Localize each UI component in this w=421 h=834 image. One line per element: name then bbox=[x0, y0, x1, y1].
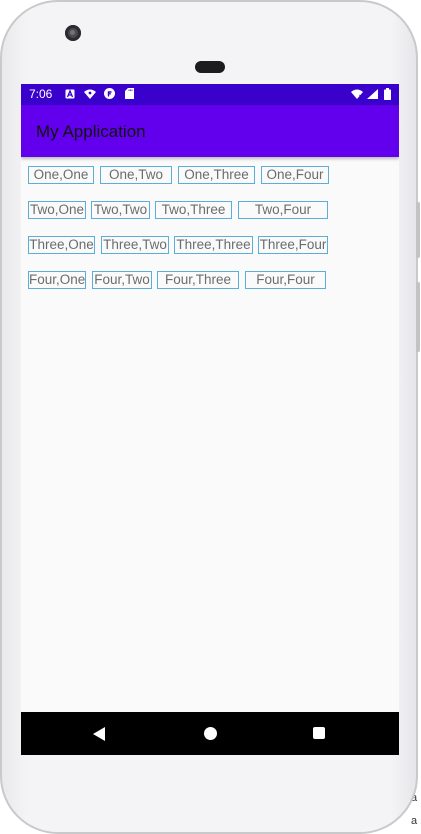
device-screen: 7:06 My Application One,One One,Two One,… bbox=[21, 84, 399, 755]
grid-cell[interactable]: Two,Four bbox=[238, 201, 328, 219]
grid-cell[interactable]: Two,One bbox=[28, 201, 86, 219]
grid-cell[interactable]: Four,Three bbox=[157, 271, 239, 289]
back-icon[interactable] bbox=[93, 727, 105, 741]
power-button[interactable] bbox=[416, 202, 420, 258]
f-badge-icon bbox=[104, 88, 115, 99]
grid-cell[interactable]: Three,Two bbox=[101, 236, 169, 254]
app-title: My Application bbox=[36, 122, 146, 141]
status-time: 7:06 bbox=[29, 87, 53, 101]
grid-cell[interactable]: Three,Four bbox=[258, 236, 328, 254]
status-bar: 7:06 bbox=[21, 84, 399, 105]
grid-cell[interactable]: One,Three bbox=[178, 166, 255, 184]
earpiece-speaker bbox=[195, 61, 225, 73]
front-camera-icon bbox=[65, 25, 81, 41]
grid-cell[interactable]: Three,Three bbox=[174, 236, 253, 254]
recents-icon[interactable] bbox=[313, 727, 325, 739]
volume-button[interactable] bbox=[416, 282, 420, 352]
grid-cell[interactable]: Four,Two bbox=[92, 271, 152, 289]
grid-cell[interactable]: One,Four bbox=[261, 166, 329, 184]
grid-cell[interactable]: One,Two bbox=[100, 166, 172, 184]
grid-cell[interactable]: Four,One bbox=[28, 271, 86, 289]
grid-cell[interactable]: Four,Four bbox=[245, 271, 326, 289]
background-text-fragment: a bbox=[411, 815, 418, 827]
grid-cell[interactable]: Three,One bbox=[28, 236, 95, 254]
signal-icon bbox=[367, 89, 378, 99]
navigation-bar bbox=[21, 712, 399, 755]
home-icon[interactable] bbox=[204, 727, 217, 740]
phone-frame: 7:06 My Application One,One One,Two One,… bbox=[0, 0, 420, 834]
grid-cell[interactable]: One,One bbox=[28, 166, 94, 184]
grid-cell[interactable]: Two,Three bbox=[155, 201, 232, 219]
sd-card-icon bbox=[125, 88, 134, 99]
battery-icon bbox=[384, 88, 391, 100]
a-badge-icon bbox=[65, 89, 75, 99]
wifi-icon bbox=[351, 89, 363, 99]
app-bar: My Application bbox=[21, 105, 399, 157]
grid-cell[interactable]: Two,Two bbox=[91, 201, 150, 219]
wifi-calling-icon bbox=[84, 89, 96, 99]
